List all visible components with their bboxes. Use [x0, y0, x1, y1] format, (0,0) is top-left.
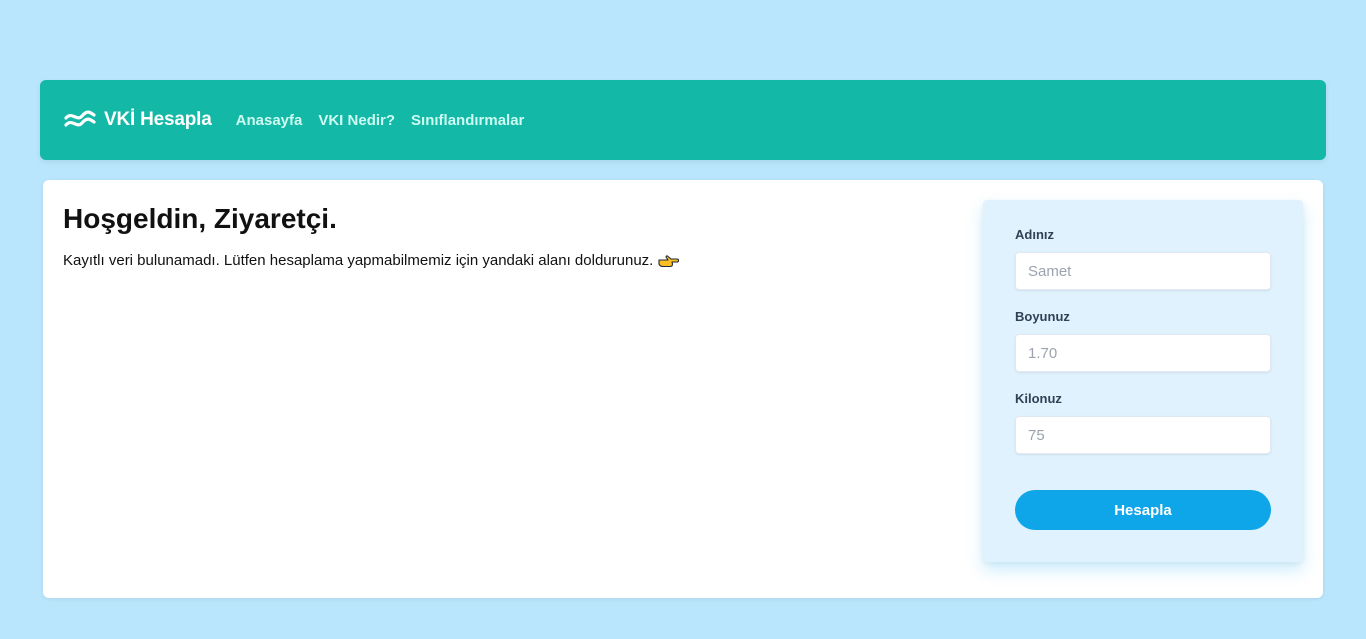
brand-name: VKİ Hesapla — [104, 109, 212, 130]
name-input[interactable] — [1015, 252, 1271, 290]
bmi-form-panel: Adınız Boyunuz Kilonuz Hesapla — [983, 200, 1303, 562]
weight-label: Kilonuz — [1015, 391, 1062, 406]
brand[interactable]: VKİ Hesapla — [64, 109, 212, 131]
hand-pointing-right-icon — [658, 254, 680, 267]
nav-links: Anasayfa VKI Nedir? Sınıflandırmalar — [236, 112, 541, 129]
name-label: Adınız — [1015, 227, 1054, 242]
height-input[interactable] — [1015, 334, 1271, 372]
welcome-message-row: Kayıtlı veri bulunamadı. Lütfen hesaplam… — [63, 252, 680, 269]
nav-link-classifications[interactable]: Sınıflandırmalar — [411, 112, 524, 129]
weight-input[interactable] — [1015, 416, 1271, 454]
wave-logo-icon — [64, 110, 96, 127]
calculate-button[interactable]: Hesapla — [1015, 490, 1271, 530]
main-card: Hoşgeldin, Ziyaretçi. Kayıtlı veri bulun… — [43, 180, 1323, 598]
nav-link-what-is-bmi[interactable]: VKI Nedir? — [318, 112, 395, 129]
navbar: VKİ Hesapla Anasayfa VKI Nedir? Sınıflan… — [40, 80, 1326, 160]
welcome-message: Kayıtlı veri bulunamadı. Lütfen hesaplam… — [63, 252, 654, 269]
nav-link-home[interactable]: Anasayfa — [236, 112, 303, 129]
welcome-title: Hoşgeldin, Ziyaretçi. — [63, 203, 337, 234]
height-label: Boyunuz — [1015, 309, 1070, 324]
